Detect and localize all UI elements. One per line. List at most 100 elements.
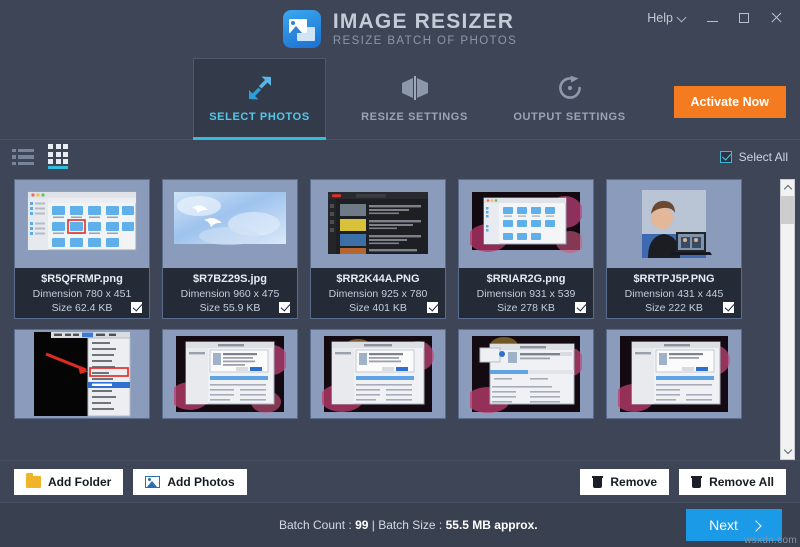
photo-grid: $R5QFRMP.png Dimension 780 x 451 Size 62… [0, 179, 780, 460]
photo-size: Size 278 KB [497, 302, 555, 314]
tab-resize-settings[interactable]: RESIZE SETTINGS [348, 58, 481, 139]
remove-all-button[interactable]: Remove All [679, 468, 786, 495]
view-toolbar: Select All [0, 140, 800, 173]
photo-select-checkbox[interactable] [131, 302, 142, 313]
photo-thumbnail [163, 180, 297, 268]
photo-name: $R5QFRMP.png [41, 273, 123, 285]
add-folder-button[interactable]: Add Folder [14, 468, 124, 495]
grid-view-icon[interactable] [48, 144, 68, 169]
photo-thumbnail [459, 180, 593, 268]
remove-all-label: Remove All [709, 474, 774, 489]
maximize-icon [739, 13, 749, 23]
minimize-icon [706, 20, 718, 23]
photo-card[interactable] [162, 329, 298, 419]
photo-card[interactable]: $RRTPJ5P.PNG Dimension 431 x 445 Size 22… [606, 179, 742, 319]
photo-dimension: Dimension 960 x 475 [180, 288, 280, 300]
chevron-up-icon[interactable] [781, 180, 794, 195]
chevron-down-icon [678, 14, 686, 22]
select-all-label: Select All [738, 149, 788, 164]
help-menu-button[interactable]: Help [639, 6, 694, 30]
photo-thumbnail [15, 330, 149, 418]
photo-select-checkbox[interactable] [723, 302, 734, 313]
photo-icon [145, 475, 161, 488]
photo-name: $R7BZ29S.jpg [193, 273, 267, 285]
remove-label: Remove [610, 474, 658, 489]
tab-resize-settings-label: RESIZE SETTINGS [361, 110, 468, 123]
select-all-checkbox[interactable]: Select All [719, 149, 788, 164]
photo-thumbnail [607, 330, 741, 418]
add-photos-button[interactable]: Add Photos [133, 468, 247, 495]
checkbox-icon [719, 150, 732, 163]
batch-count-value: 99 [355, 518, 369, 532]
window-controls: Help [639, 6, 790, 30]
image-stack-icon [282, 10, 321, 48]
trash-icon [592, 475, 604, 488]
batch-size-value: 55.5 MB approx. [445, 518, 538, 532]
batch-count-label: Batch Count : [279, 518, 352, 532]
refresh-circle-icon [557, 75, 583, 101]
photo-card[interactable] [458, 329, 594, 419]
photo-meta: $R7BZ29S.jpg Dimension 960 x 475 Size 55… [163, 268, 297, 318]
photo-select-checkbox[interactable] [575, 302, 586, 313]
status-bar: Batch Count : 99 | Batch Size : 55.5 MB … [0, 502, 800, 547]
photo-card[interactable] [14, 329, 150, 419]
remove-button[interactable]: Remove [580, 468, 670, 495]
brand: IMAGE RESIZER RESIZE BATCH OF PHOTOS [282, 10, 518, 48]
add-folder-label: Add Folder [48, 474, 112, 489]
status-separator: | [371, 518, 375, 532]
photo-card[interactable]: $RR2K44A.PNG Dimension 925 x 780 Size 40… [310, 179, 446, 319]
photo-dimension: Dimension 925 x 780 [328, 288, 428, 300]
photo-card[interactable] [310, 329, 446, 419]
photo-grid-area: $R5QFRMP.png Dimension 780 x 451 Size 62… [0, 173, 800, 460]
photo-card[interactable]: $RRIAR2G.png Dimension 931 x 539 Size 27… [458, 179, 594, 319]
batch-summary: Batch Count : 99 | Batch Size : 55.5 MB … [279, 518, 538, 532]
tab-select-photos[interactable]: SELECT PHOTOS [193, 58, 326, 140]
watermark: wsxdn.com [744, 535, 797, 546]
photo-select-checkbox[interactable] [427, 302, 438, 313]
photo-card[interactable] [606, 329, 742, 419]
close-button[interactable] [762, 6, 790, 30]
tab-select-photos-label: SELECT PHOTOS [209, 111, 310, 123]
next-label: Next [709, 517, 738, 533]
activate-now-button[interactable]: Activate Now [673, 86, 786, 118]
resize-arrows-icon [247, 75, 273, 101]
photo-thumbnail [607, 180, 741, 268]
photo-thumbnail [311, 330, 445, 418]
photo-meta: $RRIAR2G.png Dimension 931 x 539 Size 27… [459, 268, 593, 318]
scrollbar-thumb[interactable] [781, 196, 794, 224]
photo-select-checkbox[interactable] [279, 302, 290, 313]
maximize-button[interactable] [730, 6, 758, 30]
folder-icon [26, 472, 41, 488]
photo-dimension: Dimension 780 x 451 [32, 288, 132, 300]
tab-bar: SELECT PHOTOS RESIZE SETTINGS OUTPUT SET… [0, 58, 800, 140]
tab-output-settings-label: OUTPUT SETTINGS [513, 110, 626, 123]
photo-meta: $R5QFRMP.png Dimension 780 x 451 Size 62… [15, 268, 149, 318]
minimize-button[interactable] [698, 6, 726, 30]
list-view-icon[interactable] [12, 148, 34, 166]
tab-output-settings[interactable]: OUTPUT SETTINGS [503, 58, 636, 139]
help-label: Help [647, 11, 673, 25]
trash-icon [691, 475, 703, 488]
mirror-flip-icon [401, 75, 429, 101]
add-photos-label: Add Photos [167, 474, 235, 489]
photo-thumbnail [163, 330, 297, 418]
app-subtitle: RESIZE BATCH OF PHOTOS [332, 34, 518, 47]
photo-thumbnail [15, 180, 149, 268]
photo-meta: $RR2K44A.PNG Dimension 925 x 780 Size 40… [311, 268, 445, 318]
close-icon [770, 12, 782, 24]
photo-name: $RRTPJ5P.PNG [633, 273, 715, 285]
photo-grid-scrollbar[interactable] [780, 179, 795, 460]
photo-card[interactable]: $R7BZ29S.jpg Dimension 960 x 475 Size 55… [162, 179, 298, 319]
photo-size: Size 401 KB [349, 302, 407, 314]
photo-thumbnail [311, 180, 445, 268]
photo-name: $RR2K44A.PNG [336, 273, 420, 285]
photo-dimension: Dimension 931 x 539 [476, 288, 576, 300]
photo-name: $RRIAR2G.png [486, 273, 566, 285]
batch-size-label: Batch Size : [378, 518, 443, 532]
photo-size: Size 222 KB [645, 302, 703, 314]
photo-size: Size 55.9 KB [199, 302, 261, 314]
photo-card[interactable]: $R5QFRMP.png Dimension 780 x 451 Size 62… [14, 179, 150, 319]
scrollbar-track[interactable] [781, 224, 794, 444]
chevron-down-icon[interactable] [781, 444, 794, 459]
title-bar: IMAGE RESIZER RESIZE BATCH OF PHOTOS Hel… [0, 0, 800, 58]
